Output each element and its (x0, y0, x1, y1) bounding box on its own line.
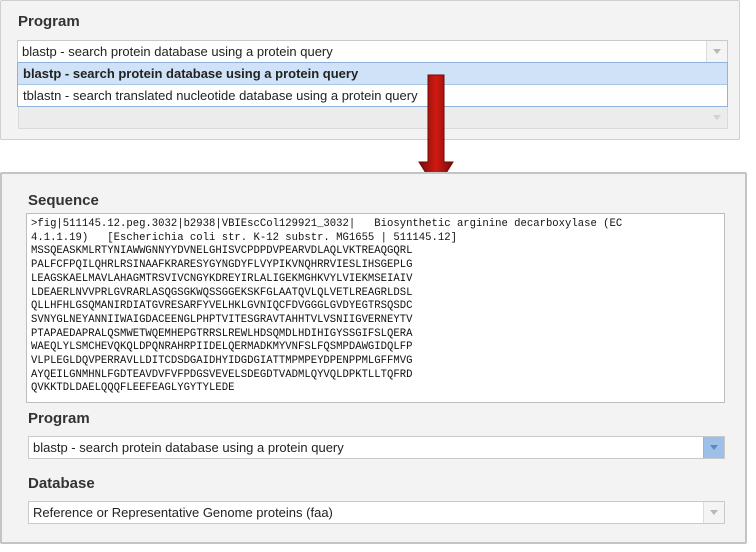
database-select-value: Reference or Representative Genome prote… (33, 505, 333, 520)
program-select-value: blastp - search protein database using a… (33, 440, 344, 455)
program-select-value: blastp - search protein database using a… (22, 44, 333, 59)
sequence-label: Sequence (28, 192, 99, 209)
program-label: Program (28, 410, 90, 427)
database-select-button[interactable] (703, 502, 724, 523)
chevron-down-icon (710, 510, 718, 515)
disabled-select-button (707, 107, 727, 128)
dropdown-option-blastp[interactable]: blastp - search protein database using a… (18, 63, 727, 85)
database-label: Database (28, 475, 95, 492)
top-program-panel: Program blastp - search protein database… (0, 0, 740, 140)
program-label: Program (18, 13, 80, 30)
chevron-down-icon (710, 445, 718, 450)
disabled-select (18, 106, 728, 129)
chevron-down-icon (713, 115, 721, 120)
program-select-button[interactable] (706, 41, 727, 62)
sequence-textarea[interactable]: >fig|511145.12.peg.3032|b2938|VBIEscCol1… (26, 213, 725, 403)
program-select[interactable]: blastp - search protein database using a… (17, 40, 728, 63)
program-dropdown-list: blastp - search protein database using a… (17, 62, 728, 107)
program-select[interactable]: blastp - search protein database using a… (28, 436, 725, 459)
dropdown-option-tblastn[interactable]: tblastn - search translated nucleotide d… (18, 85, 727, 106)
chevron-down-icon (713, 49, 721, 54)
database-select[interactable]: Reference or Representative Genome prote… (28, 501, 725, 524)
program-select-button[interactable] (703, 437, 724, 458)
